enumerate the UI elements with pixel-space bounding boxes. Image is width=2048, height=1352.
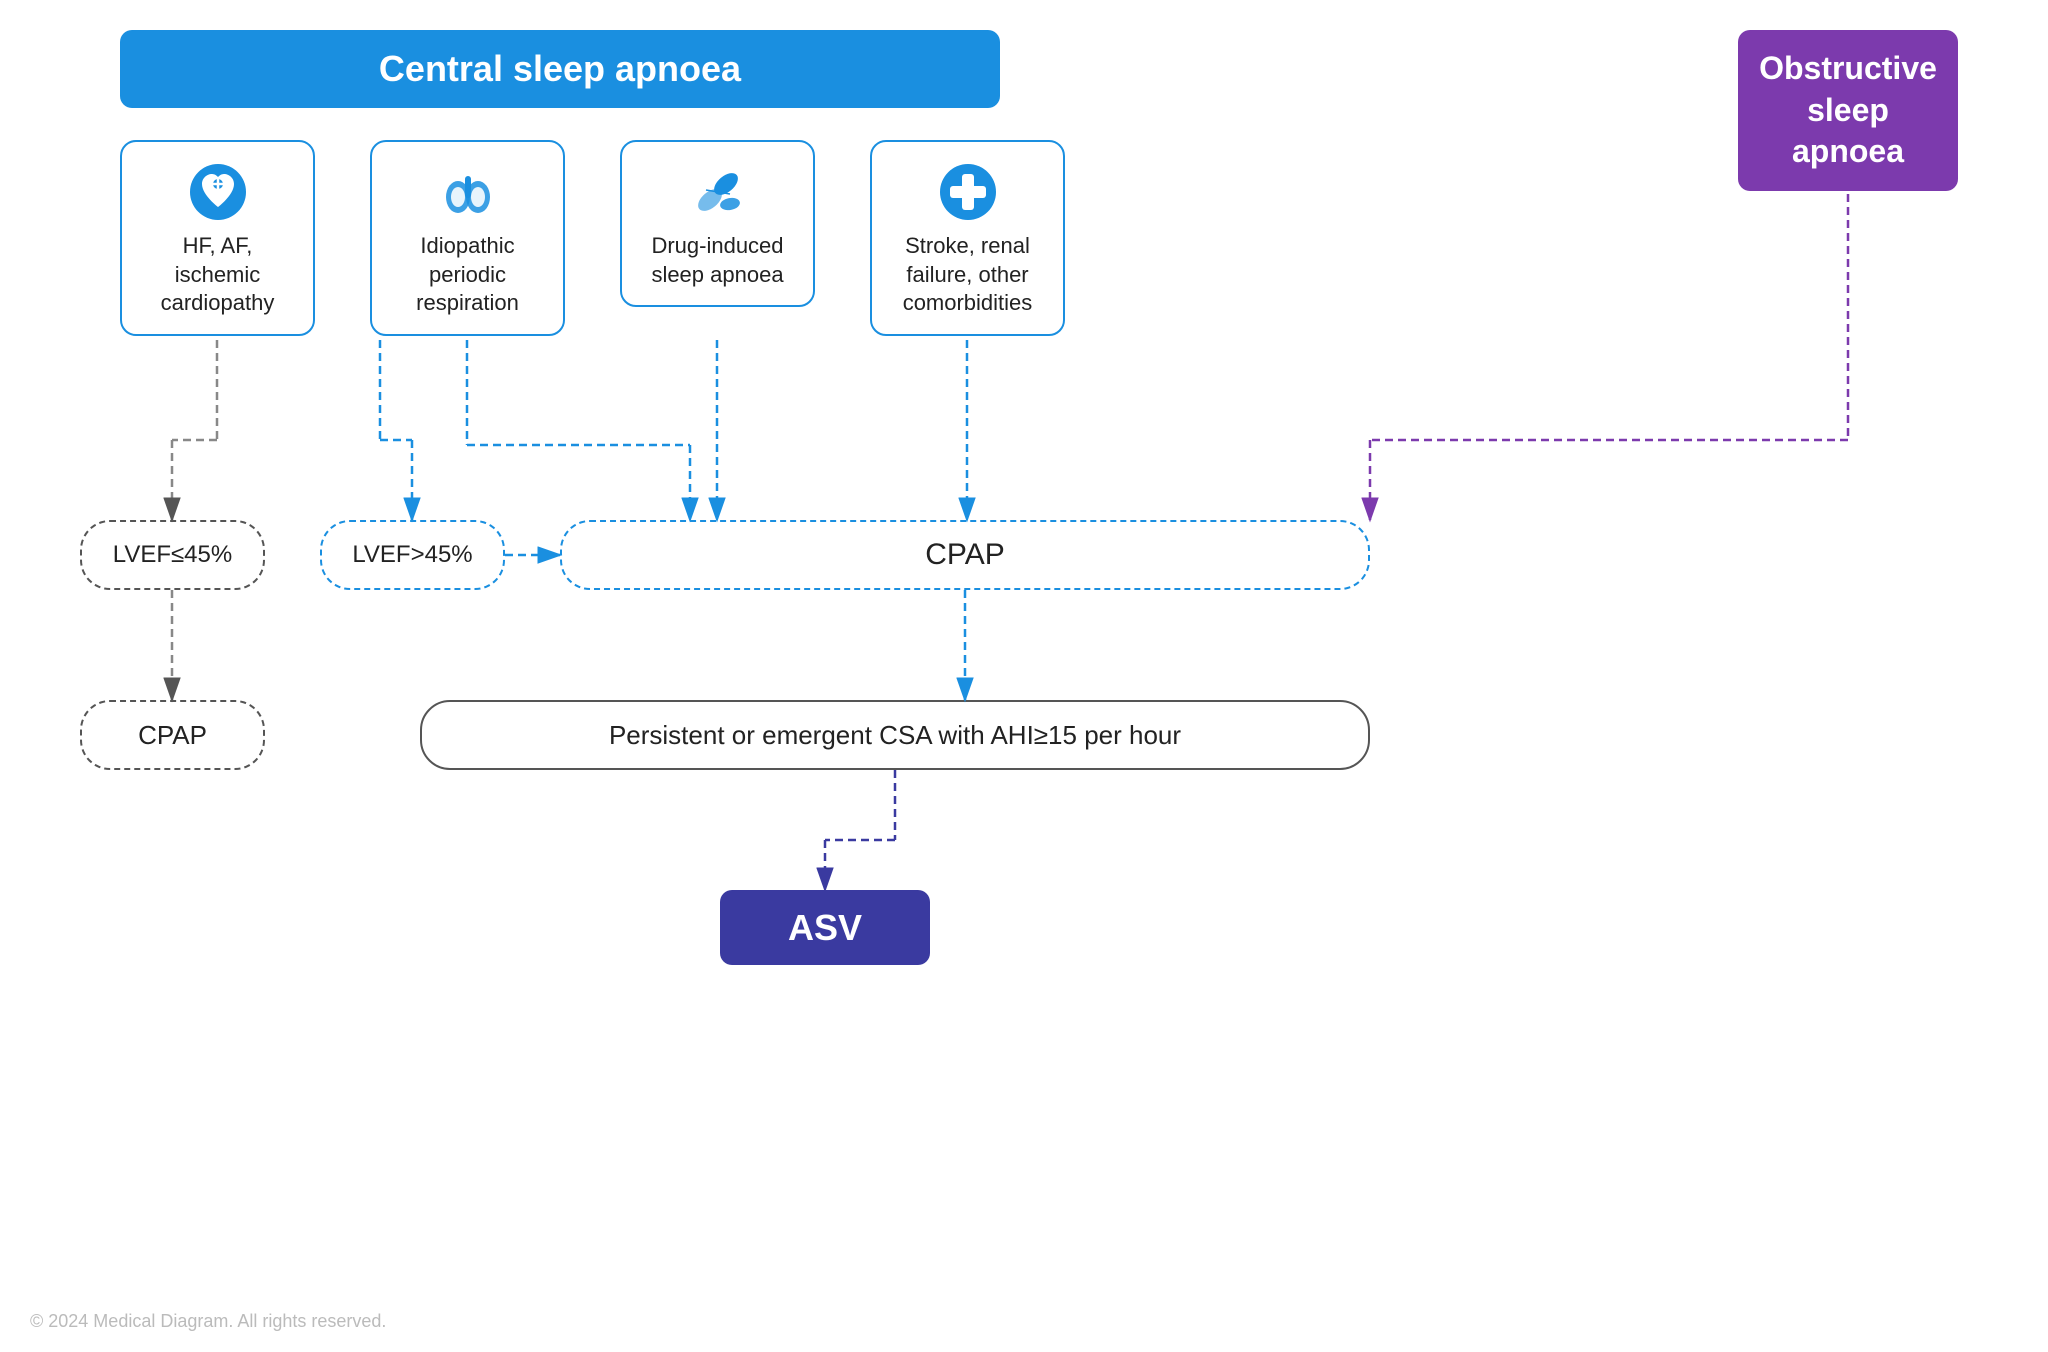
cat3-label: Drug-induced sleep apnoea xyxy=(651,233,783,287)
persistent-csa-box: Persistent or emergent CSA with AHI≥15 p… xyxy=(420,700,1370,770)
heart-icon xyxy=(188,162,248,222)
cat2-label: Idiopathic periodic respiration xyxy=(416,233,519,315)
lvef-high-label: LVEF>45% xyxy=(352,541,472,569)
cat4-label: Stroke, renal failure, other comorbiditi… xyxy=(903,233,1033,315)
diagram-container: Central sleep apnoea Obstructive sleep a… xyxy=(0,0,2048,1352)
lvef-low-box: LVEF≤45% xyxy=(80,520,265,590)
csa-header-box: Central sleep apnoea xyxy=(120,30,1000,108)
lungs-icon xyxy=(438,162,498,222)
lvef-low-label: LVEF≤45% xyxy=(113,541,232,569)
category-hf-af: HF, AF, ischemic cardiopathy xyxy=(120,140,315,336)
asv-box: ASV xyxy=(720,890,930,965)
osa-header-box: Obstructive sleep apnoea xyxy=(1738,30,1958,191)
persistent-csa-label: Persistent or emergent CSA with AHI≥15 p… xyxy=(609,720,1181,751)
pill-icon xyxy=(688,162,748,222)
category-drug-induced: Drug-induced sleep apnoea xyxy=(620,140,815,307)
cat1-label: HF, AF, ischemic cardiopathy xyxy=(161,233,275,315)
asv-label: ASV xyxy=(788,907,862,949)
cpap-small-box: CPAP xyxy=(80,700,265,770)
category-stroke: Stroke, renal failure, other comorbiditi… xyxy=(870,140,1065,336)
cpap-wide-box: CPAP xyxy=(560,520,1370,590)
osa-header-title: Obstructive sleep apnoea xyxy=(1759,50,1937,169)
watermark: © 2024 Medical Diagram. All rights reser… xyxy=(30,1311,386,1332)
plus-icon xyxy=(938,162,998,222)
csa-header-title: Central sleep apnoea xyxy=(379,48,741,89)
lvef-high-box: LVEF>45% xyxy=(320,520,505,590)
cpap-small-label: CPAP xyxy=(138,720,207,751)
category-idiopathic: Idiopathic periodic respiration xyxy=(370,140,565,336)
cpap-wide-label: CPAP xyxy=(925,538,1004,572)
